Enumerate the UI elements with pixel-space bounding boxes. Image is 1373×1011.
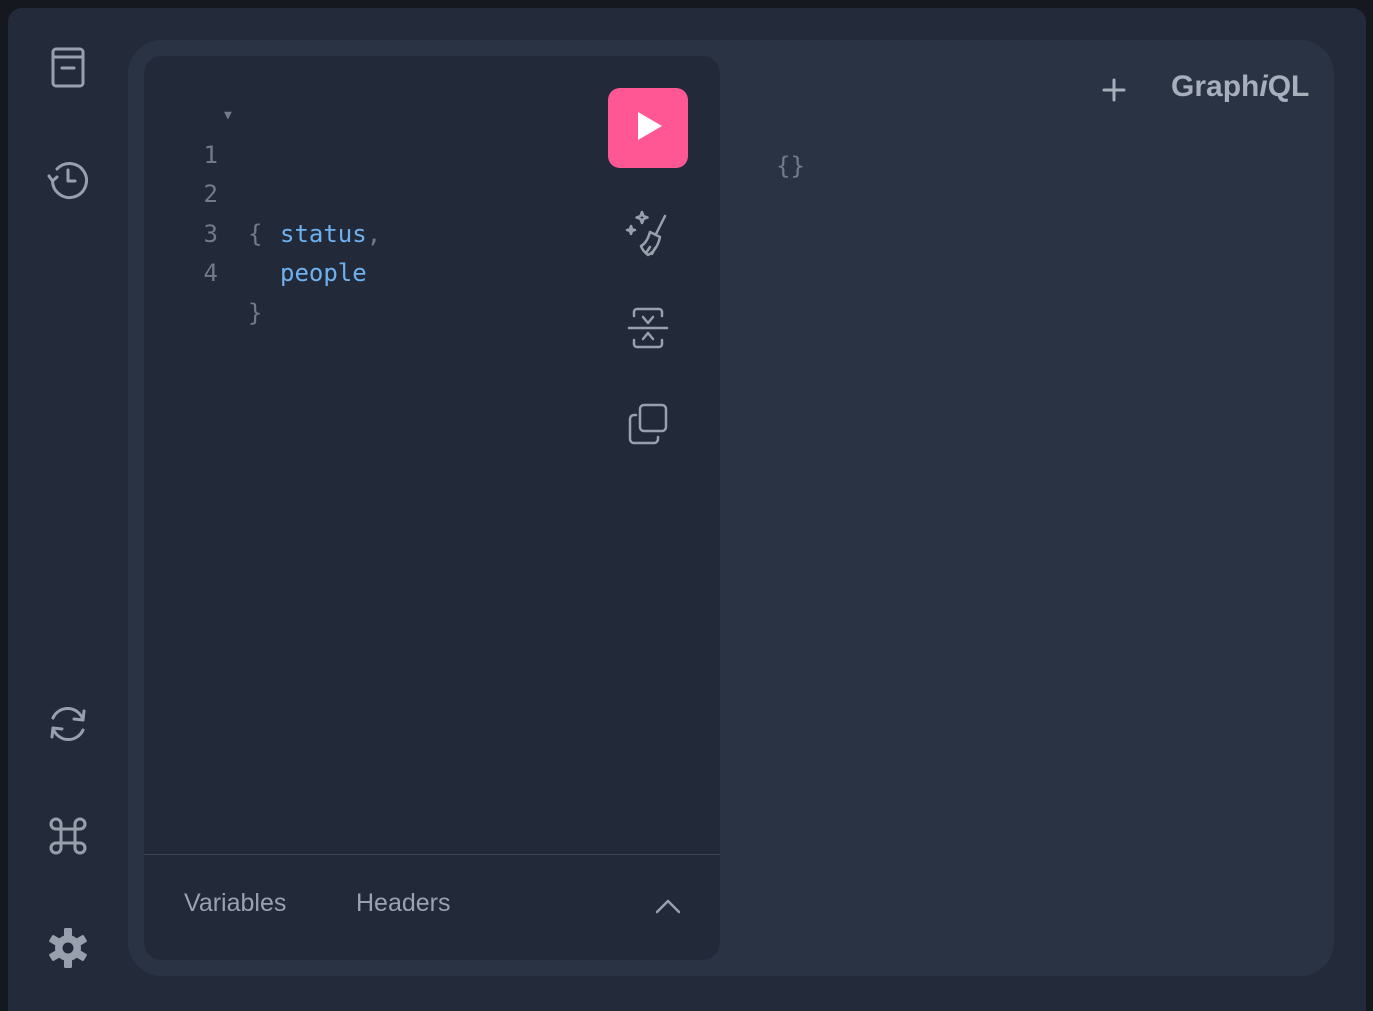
- command-icon: [46, 814, 90, 858]
- shortkeys-button[interactable]: [46, 814, 90, 858]
- code-line: 2 status,: [144, 136, 382, 248]
- graphiql-container: 1 ▼ { 2 status, 3 people 4 } Variables H…: [8, 8, 1366, 1011]
- code-line: 3 people: [144, 175, 367, 288]
- code-field: status,: [280, 215, 381, 255]
- fold-arrow-icon[interactable]: ▼: [224, 96, 232, 136]
- gear-icon: [46, 926, 90, 970]
- settings-button[interactable]: [46, 926, 90, 970]
- result-viewer[interactable]: {}: [776, 152, 805, 180]
- logo-text-prefix: Graph: [1171, 70, 1260, 103]
- plus-icon: [1101, 77, 1127, 108]
- editor-tools-bar: Variables Headers: [144, 854, 720, 960]
- add-tab-button[interactable]: [1096, 74, 1132, 110]
- copy-query-button[interactable]: [622, 400, 674, 452]
- docs-button[interactable]: [46, 46, 90, 90]
- docs-icon: [48, 46, 88, 90]
- refetch-schema-button[interactable]: [46, 702, 90, 746]
- merge-fragments-icon: [626, 306, 670, 355]
- session-panel: 1 ▼ { 2 status, 3 people 4 } Variables H…: [128, 40, 1334, 976]
- toggle-editor-tools-button[interactable]: [650, 893, 686, 923]
- merge-fragments-button[interactable]: [622, 304, 674, 356]
- query-editor[interactable]: 1 ▼ { 2 status, 3 people 4 } Variables H…: [144, 56, 720, 960]
- copy-icon: [626, 402, 670, 451]
- execute-query-button[interactable]: [608, 88, 688, 168]
- code-area[interactable]: 1 ▼ { 2 status, 3 people 4 }: [144, 96, 382, 327]
- prettify-button[interactable]: [622, 210, 674, 262]
- logo-text-suffix: QL: [1267, 70, 1310, 103]
- code-field: people: [280, 254, 367, 294]
- tab-headers[interactable]: Headers: [356, 889, 451, 918]
- chevron-up-icon: [654, 897, 682, 920]
- prettify-icon: [622, 208, 674, 265]
- history-button[interactable]: [46, 158, 90, 202]
- history-icon: [46, 158, 90, 202]
- field-punct: ,: [366, 219, 382, 248]
- code-text: }: [248, 298, 263, 327]
- field-name: people: [280, 259, 367, 287]
- tab-variables[interactable]: Variables: [184, 889, 286, 918]
- code-line: 1 ▼ {: [144, 96, 289, 248]
- logo-text-italic: i: [1259, 70, 1268, 103]
- play-icon: [630, 108, 666, 149]
- graphiql-logo[interactable]: GraphiQL: [1171, 70, 1309, 104]
- refetch-icon: [46, 702, 90, 746]
- field-name: status: [280, 219, 367, 248]
- line-number: 4: [203, 259, 218, 287]
- code-line: 4 }: [144, 215, 289, 327]
